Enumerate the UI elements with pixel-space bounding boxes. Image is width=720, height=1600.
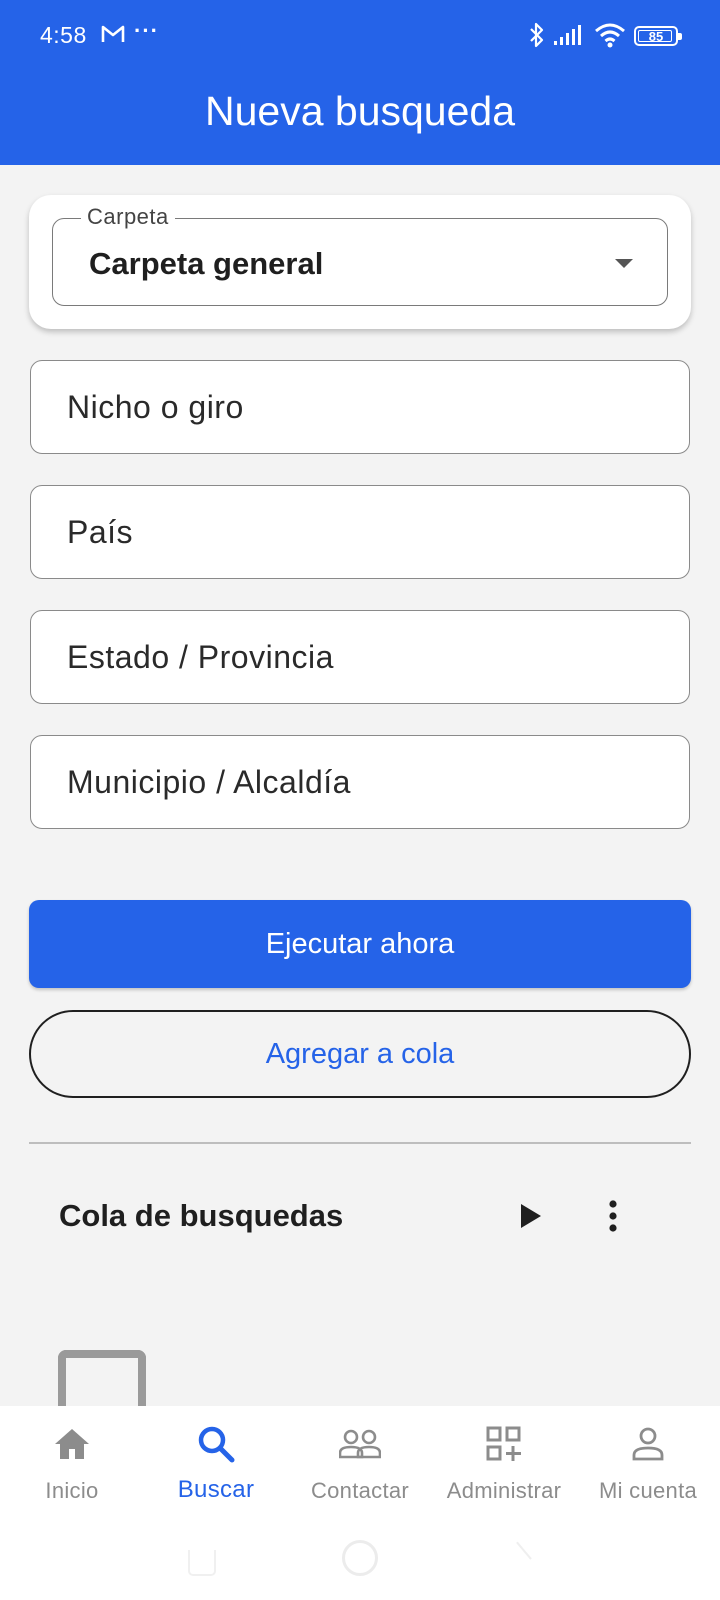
grid-add-icon [432, 1422, 576, 1466]
section-divider [29, 1142, 691, 1144]
more-vert-icon[interactable] [608, 1199, 618, 1238]
folder-dropdown-value: Carpeta general [89, 246, 324, 281]
country-field[interactable]: País [30, 485, 690, 579]
add-to-queue-button[interactable]: Agregar a cola [29, 1010, 691, 1098]
nav-label-administrar: Administrar [446, 1478, 562, 1503]
home-system-icon[interactable] [342, 1540, 378, 1576]
bluetooth-icon [528, 22, 546, 53]
people-icon [288, 1422, 432, 1466]
nav-item-buscar[interactable]: Buscar [144, 1422, 288, 1504]
nav-item-mi-cuenta[interactable]: Mi cuenta [576, 1422, 720, 1504]
person-icon [576, 1422, 720, 1466]
app-bar: 4:58 ··· 85 Nueva busqueda [0, 0, 720, 165]
nav-item-inicio[interactable]: Inicio [0, 1422, 144, 1504]
wifi-icon [594, 22, 626, 53]
nav-item-administrar[interactable]: Administrar [432, 1422, 576, 1504]
run-now-button[interactable]: Ejecutar ahora [29, 900, 691, 988]
state-field-placeholder: Estado / Provincia [67, 639, 334, 675]
country-field-placeholder: País [67, 514, 134, 550]
niche-field[interactable]: Nicho o giro [30, 360, 690, 454]
recents-icon[interactable] [188, 1550, 216, 1576]
signal-icon [554, 25, 584, 50]
municipality-field-placeholder: Municipio / Alcaldía [67, 764, 351, 800]
status-bar: 4:58 ··· 85 [0, 0, 720, 72]
nav-label-buscar: Buscar [177, 1476, 255, 1503]
back-icon[interactable] [496, 1541, 532, 1577]
nav-label-contactar: Contactar [310, 1478, 410, 1503]
folder-dropdown-label: Carpeta [81, 204, 175, 230]
queue-title: Cola de busquedas [59, 1198, 344, 1233]
nav-label-mi-cuenta: Mi cuenta [598, 1478, 698, 1503]
state-field[interactable]: Estado / Provincia [30, 610, 690, 704]
more-notifications-icon: ··· [134, 18, 159, 43]
search-icon [144, 1422, 288, 1466]
battery-level: 85 [648, 28, 664, 44]
gmail-icon [101, 24, 125, 49]
play-icon[interactable] [519, 1203, 543, 1234]
bottom-navigation: Inicio Buscar Contactar Administrar Mi c… [0, 1406, 720, 1600]
municipality-field[interactable]: Municipio / Alcaldía [30, 735, 690, 829]
home-icon [0, 1422, 144, 1466]
nav-label-inicio: Inicio [45, 1478, 99, 1503]
nav-item-contactar[interactable]: Contactar [288, 1422, 432, 1504]
dropdown-arrow-icon [615, 259, 633, 268]
system-navigation-bar [0, 1540, 720, 1580]
niche-field-placeholder: Nicho o giro [67, 389, 244, 425]
folder-card: Carpeta Carpeta general [29, 195, 691, 329]
folder-dropdown[interactable]: Carpeta Carpeta general [52, 204, 668, 306]
status-time: 4:58 [40, 22, 87, 48]
battery-icon: 85 [634, 26, 682, 46]
page-title: Nueva busqueda [204, 88, 516, 134]
